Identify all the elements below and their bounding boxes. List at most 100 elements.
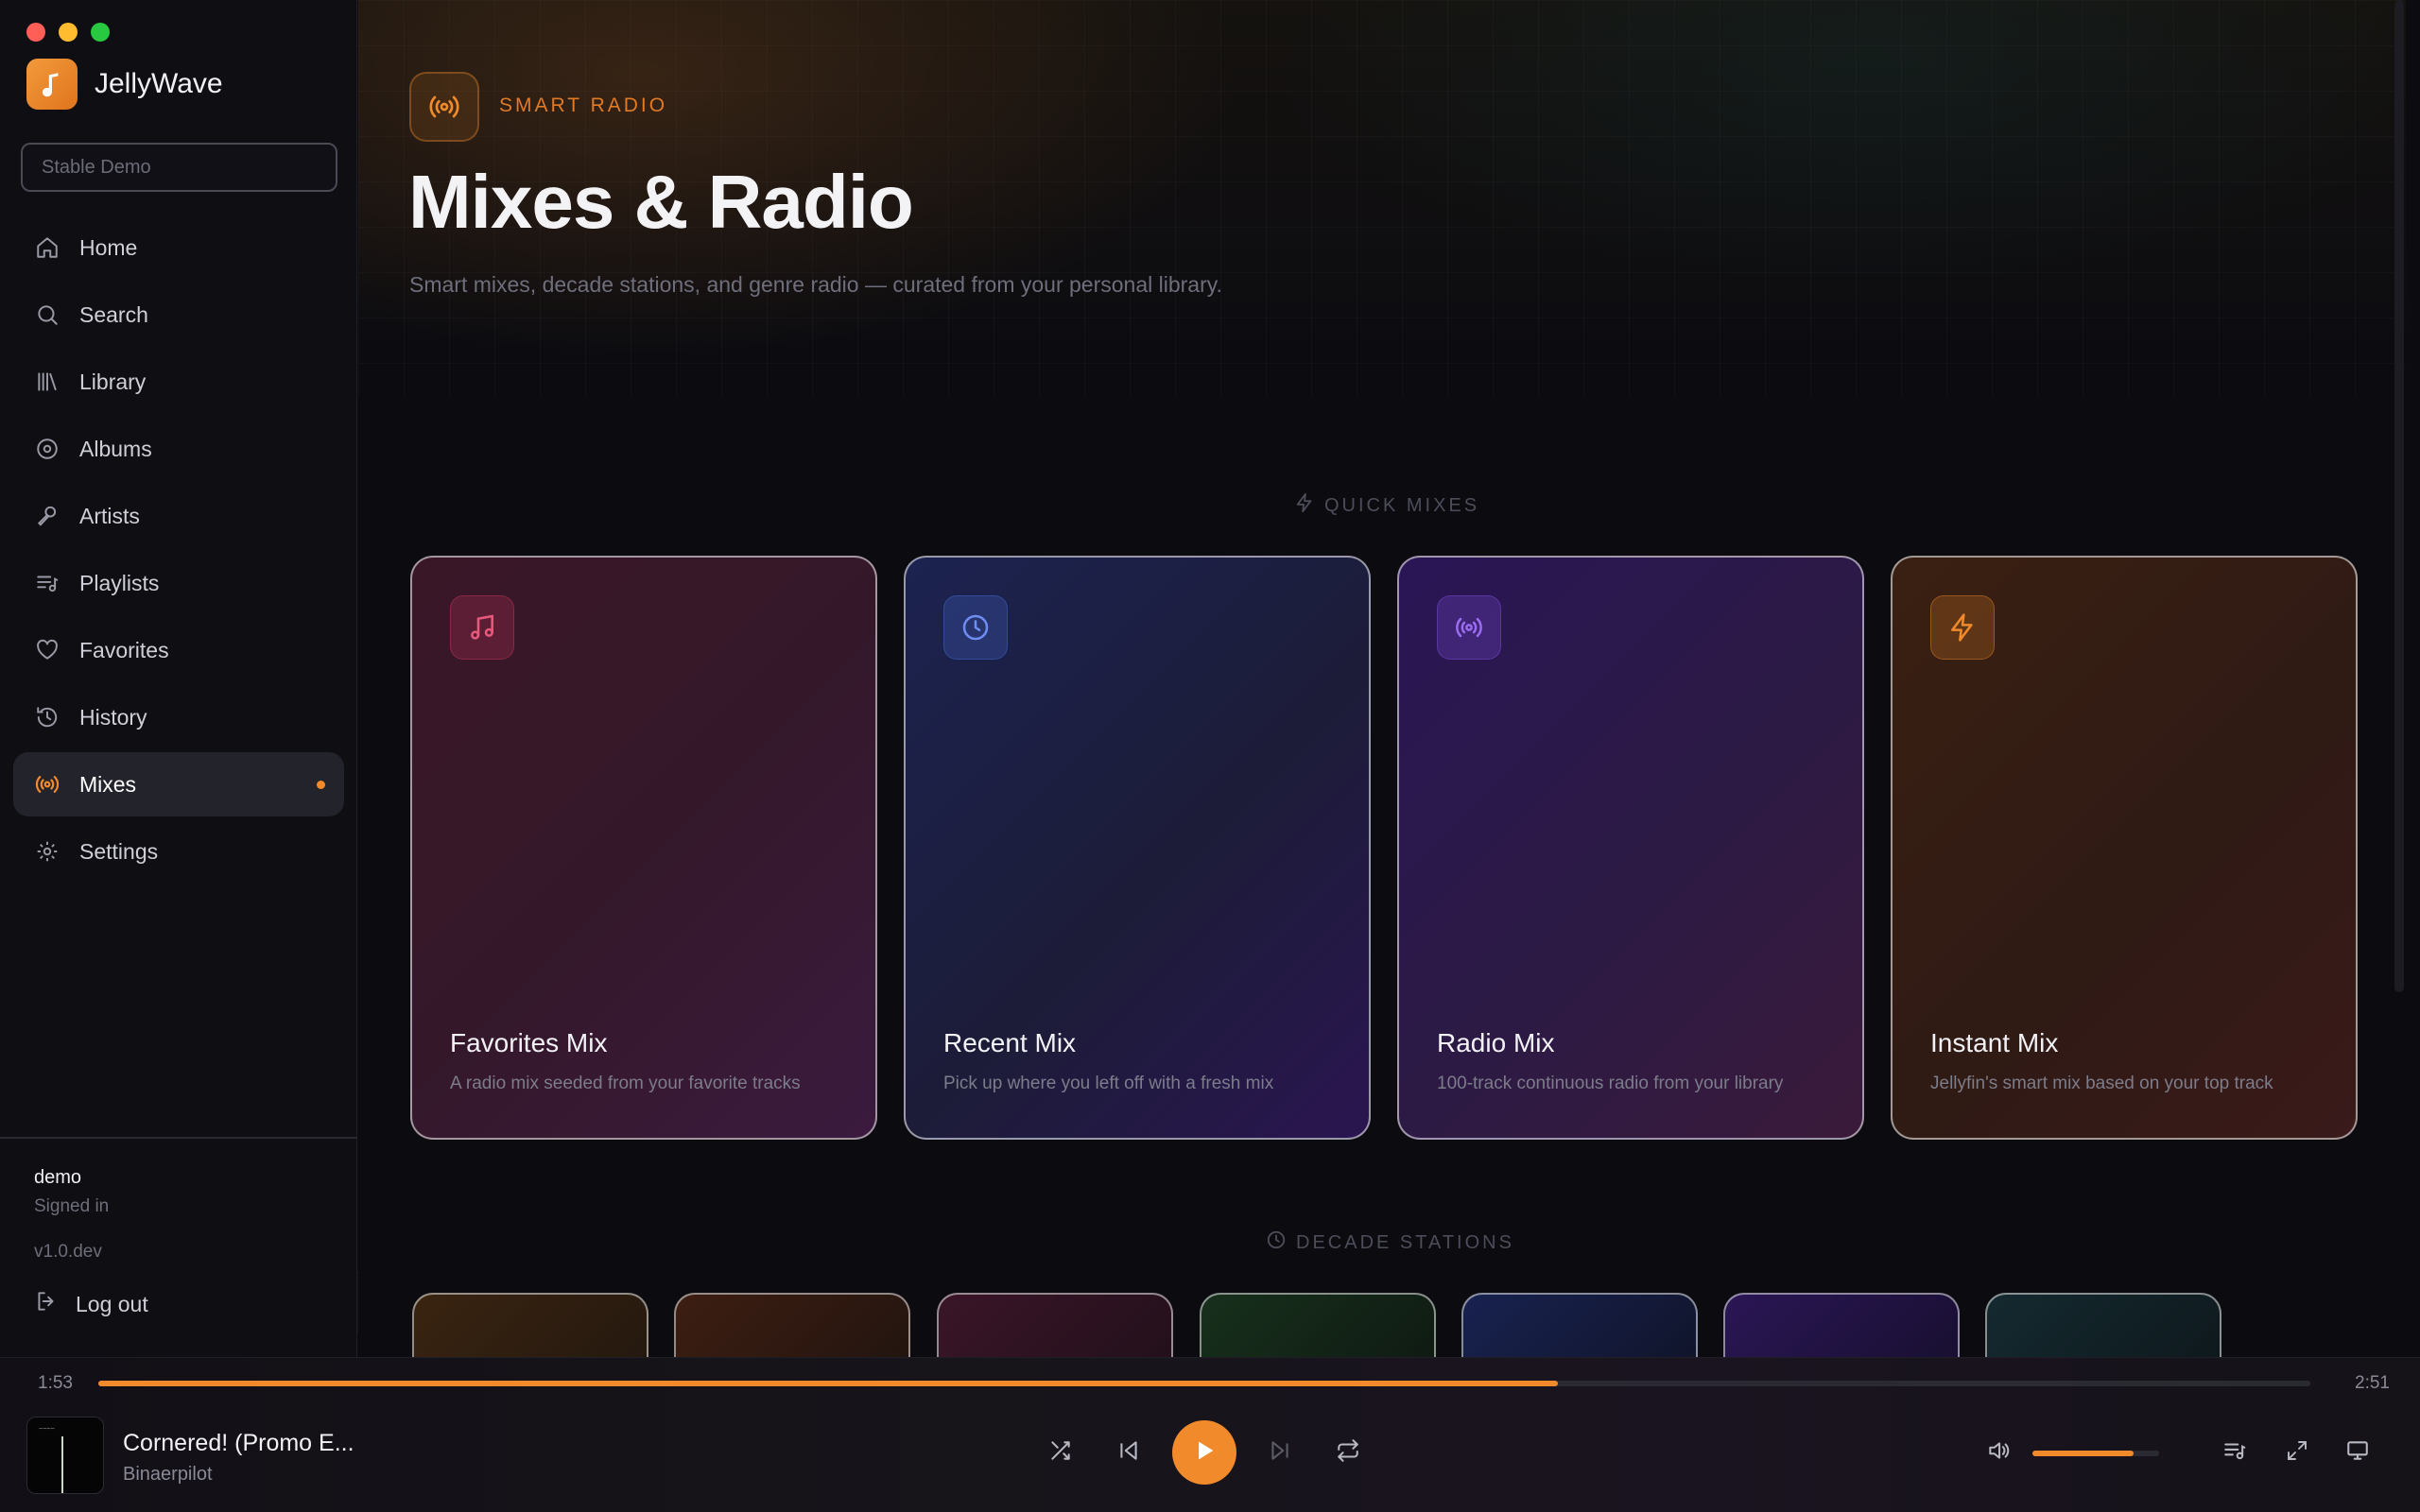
music-note-icon [450, 595, 514, 660]
skip-forward-icon [1268, 1438, 1292, 1467]
close-window-button[interactable] [26, 23, 45, 42]
logout-button[interactable]: Log out [34, 1289, 323, 1319]
shuffle-button[interactable] [1038, 1430, 1083, 1475]
section-label: DECADE STATIONS [1296, 1231, 1514, 1253]
radio-icon [1437, 595, 1501, 660]
sidebar-item-label: History [79, 704, 147, 730]
skip-back-icon [1116, 1438, 1141, 1467]
sidebar-item-search[interactable]: Search [13, 283, 344, 347]
bolt-icon [1294, 492, 1315, 519]
history-icon [34, 704, 60, 730]
playback-controls [1038, 1420, 1371, 1485]
radio-icon [409, 72, 479, 142]
mix-title: Favorites Mix [450, 1028, 608, 1057]
app-logo-icon [26, 59, 78, 110]
sidebar-item-label: Playlists [79, 570, 160, 595]
minimize-window-button[interactable] [59, 23, 78, 42]
section-quick-mixes: QUICK MIXES [1294, 492, 1479, 519]
decade-station-card[interactable] [937, 1293, 1173, 1357]
main-content: SMART RADIO Mixes & Radio Smart mixes, d… [358, 0, 2406, 1357]
page-subtitle: Smart mixes, decade stations, and genre … [409, 272, 1222, 297]
queue-icon [2222, 1438, 2247, 1467]
playlist-icon [34, 570, 60, 596]
decade-station-card[interactable] [1461, 1293, 1698, 1357]
shuffle-icon [1048, 1438, 1073, 1467]
sidebar-item-library[interactable]: Library [13, 350, 344, 414]
decade-station-card[interactable] [1985, 1293, 2221, 1357]
sidebar-item-label: Albums [79, 436, 152, 461]
sidebar-item-albums[interactable]: Albums [13, 417, 344, 481]
fullscreen-button[interactable] [2278, 1434, 2316, 1471]
queue-button[interactable] [2216, 1434, 2254, 1471]
sidebar-item-label: Settings [79, 838, 159, 864]
mix-description: 100-track continuous radio from your lib… [1437, 1074, 1784, 1093]
user-name: demo [34, 1167, 82, 1188]
album-art-line [61, 1436, 63, 1493]
expand-icon [2286, 1439, 2308, 1466]
zoom-window-button[interactable] [91, 23, 110, 42]
logout-label: Log out [76, 1291, 148, 1316]
play-button[interactable] [1172, 1420, 1236, 1485]
mix-card-recent[interactable]: Recent Mix Pick up where you left off wi… [904, 556, 1371, 1140]
sidebar-item-mixes[interactable]: Mixes [13, 752, 344, 816]
section-decade-stations: DECADE STATIONS [1266, 1229, 1514, 1256]
bolt-icon [1930, 595, 1995, 660]
mix-title: Recent Mix [943, 1028, 1077, 1057]
track-artist[interactable]: Binaerpilot [123, 1464, 213, 1486]
mix-description: Pick up where you left off with a fresh … [943, 1074, 1274, 1093]
volume-slider[interactable] [2032, 1451, 2159, 1456]
album-art-logo: ~~~~ [39, 1425, 55, 1433]
decade-station-card[interactable] [674, 1293, 910, 1357]
progress-fill [98, 1381, 1559, 1386]
decade-station-card[interactable] [1723, 1293, 1960, 1357]
decade-station-card[interactable] [412, 1293, 648, 1357]
logout-icon [34, 1289, 59, 1319]
mix-title: Radio Mix [1437, 1028, 1555, 1057]
volume-fill [2032, 1451, 2135, 1456]
volume-button[interactable] [1979, 1434, 2017, 1471]
monitor-icon [2345, 1438, 2370, 1467]
mix-card-radio[interactable]: Radio Mix 100-track continuous radio fro… [1397, 556, 1864, 1140]
user-panel: demo Signed in v1.0.dev Log out [0, 1137, 357, 1319]
sidebar-item-artists[interactable]: Artists [13, 484, 344, 548]
heart-icon [34, 637, 60, 663]
server-selector[interactable]: Stable Demo [21, 143, 337, 192]
album-art[interactable]: ~~~~ [26, 1417, 104, 1494]
next-button[interactable] [1257, 1430, 1303, 1475]
progress-bar[interactable] [98, 1381, 2310, 1386]
cast-button[interactable] [2339, 1434, 2377, 1471]
volume-icon [1986, 1438, 2011, 1467]
active-indicator [317, 781, 325, 789]
mix-title: Instant Mix [1930, 1028, 2059, 1057]
sidebar-item-history[interactable]: History [13, 685, 344, 749]
decade-station-card[interactable] [1200, 1293, 1436, 1357]
album-icon [34, 436, 60, 462]
repeat-button[interactable] [1325, 1430, 1371, 1475]
mix-card-favorites[interactable]: Favorites Mix A radio mix seeded from yo… [410, 556, 877, 1140]
search-icon [34, 301, 60, 328]
mix-description: A radio mix seeded from your favorite tr… [450, 1074, 801, 1093]
gear-icon [34, 838, 60, 865]
player-bar: 1:53 2:51 ~~~~ Cornered! (Promo E... Bin… [0, 1357, 2420, 1512]
radio-icon [34, 771, 60, 798]
microphone-icon [34, 503, 60, 529]
sidebar-item-settings[interactable]: Settings [13, 819, 344, 884]
sidebar-item-favorites[interactable]: Favorites [13, 618, 344, 682]
section-label: QUICK MIXES [1324, 494, 1480, 516]
app-name: JellyWave [95, 68, 223, 99]
player-extra-controls [1947, 1434, 2420, 1471]
mix-card-instant[interactable]: Instant Mix Jellyfin's smart mix based o… [1891, 556, 2358, 1140]
clock-icon [943, 595, 1008, 660]
previous-button[interactable] [1106, 1430, 1151, 1475]
play-icon [1191, 1437, 1218, 1468]
user-status: Signed in [34, 1196, 110, 1216]
track-title[interactable]: Cornered! (Promo E... [123, 1430, 354, 1457]
clock-icon [1266, 1229, 1287, 1256]
brand: JellyWave [26, 59, 223, 110]
repeat-icon [1336, 1438, 1360, 1467]
app-version: v1.0.dev [34, 1242, 102, 1262]
sidebar-item-playlists[interactable]: Playlists [13, 551, 344, 615]
scrollbar[interactable] [2394, 0, 2404, 992]
sidebar-item-home[interactable]: Home [13, 215, 344, 280]
mix-description: Jellyfin's smart mix based on your top t… [1930, 1074, 2273, 1093]
